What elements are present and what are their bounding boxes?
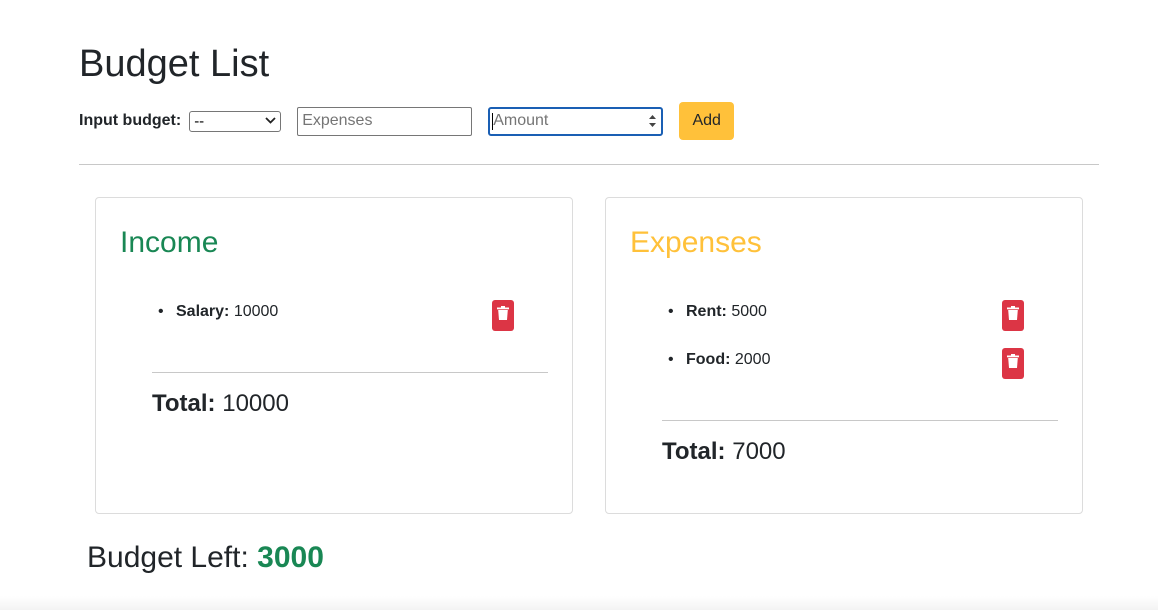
income-title: Income <box>120 226 219 259</box>
expenses-list: • Rent: 5000 • Food: 2000 <box>662 300 1048 396</box>
income-total: Total: 10000 <box>152 388 289 420</box>
amount-input[interactable]: Amount <box>488 106 664 136</box>
page-title: Budget List <box>79 43 270 85</box>
spinner-arrows-icon[interactable] <box>648 113 657 129</box>
page-bottom-shade <box>0 596 1158 610</box>
income-total-divider <box>152 372 548 373</box>
form-divider <box>79 164 1099 165</box>
amount-placeholder: Amount <box>493 112 549 129</box>
trash-icon <box>1007 354 1019 373</box>
list-item: • Salary: 10000 <box>152 300 538 348</box>
delete-button[interactable] <box>1002 300 1024 331</box>
item-amount: 2000 <box>734 351 771 368</box>
expenses-total: Total: 7000 <box>662 436 786 468</box>
expenses-name-placeholder: Expenses <box>302 112 373 129</box>
bullet: • <box>158 303 164 320</box>
expenses-total-divider <box>662 420 1058 421</box>
budget-left: Budget Left: 3000 <box>87 538 324 578</box>
delete-button[interactable] <box>1002 348 1024 379</box>
budget-left-value: 3000 <box>257 541 324 574</box>
budget-page: Budget List Input budget: -- Expenses Am… <box>0 0 1158 610</box>
item-amount: 10000 <box>233 303 279 320</box>
list-item: • Rent: 5000 <box>662 300 1048 348</box>
bullet: • <box>668 351 674 368</box>
income-total-label: Total: <box>152 390 216 417</box>
expenses-total-value: 7000 <box>732 438 786 465</box>
budget-type-select[interactable]: -- <box>189 110 282 132</box>
add-button[interactable]: Add <box>679 102 735 140</box>
income-total-value: 10000 <box>222 390 289 417</box>
item-amount: 5000 <box>731 303 767 320</box>
expenses-card: Expenses • Rent: 5000 • Food: 2000 Total… <box>605 197 1083 514</box>
bullet: • <box>668 303 674 320</box>
item-name: Salary: <box>176 303 230 320</box>
expenses-name-input[interactable]: Expenses <box>297 106 473 136</box>
delete-button[interactable] <box>492 300 514 331</box>
budget-type-select-value: -- <box>194 112 205 130</box>
income-list: • Salary: 10000 <box>152 300 538 348</box>
expenses-total-label: Total: <box>662 438 726 465</box>
input-budget-label: Input budget: <box>79 112 182 129</box>
expenses-title: Expenses <box>630 226 762 259</box>
income-card: Income • Salary: 10000 Total: 10000 <box>95 197 573 514</box>
item-name: Rent: <box>686 303 727 320</box>
list-item: • Food: 2000 <box>662 348 1048 396</box>
chevron-down-icon <box>265 115 276 127</box>
trash-icon <box>1007 306 1019 325</box>
budget-input-form: Input budget: -- Expenses Amount Add <box>79 102 735 140</box>
trash-icon <box>497 306 509 325</box>
item-name: Food: <box>686 351 731 368</box>
text-cursor <box>492 112 494 130</box>
budget-left-label: Budget Left: <box>87 541 249 574</box>
